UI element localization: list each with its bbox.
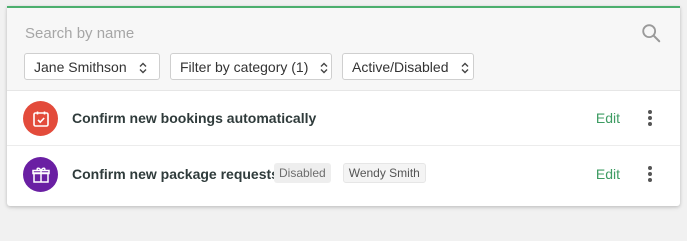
filter-header: Jane Smithson Filter by category (1) — [7, 8, 680, 91]
chevron-updown-icon — [461, 61, 469, 73]
search-input[interactable] — [25, 22, 625, 44]
chevron-updown-icon — [320, 61, 328, 73]
list-item: Confirm new package requests Disabled We… — [7, 147, 680, 202]
status-select[interactable]: Active/Disabled — [342, 53, 474, 80]
search-icon[interactable] — [640, 22, 662, 44]
list-item: Confirm new bookings automatically Edit — [7, 91, 680, 146]
category-select-value: Filter by category (1) — [180, 58, 309, 75]
gift-icon — [23, 157, 58, 192]
more-options-icon[interactable] — [647, 164, 653, 184]
user-badge: Wendy Smith — [342, 163, 426, 183]
status-badge: Disabled — [274, 163, 331, 183]
edit-link[interactable]: Edit — [596, 110, 620, 126]
status-select-value: Active/Disabled — [352, 58, 449, 75]
edit-link[interactable]: Edit — [596, 166, 620, 182]
rule-title: Confirm new package requests — [72, 166, 279, 182]
category-select[interactable]: Filter by category (1) — [170, 53, 332, 80]
badge-group: Disabled Wendy Smith — [274, 163, 426, 183]
rules-panel: Jane Smithson Filter by category (1) — [7, 6, 680, 206]
more-options-icon[interactable] — [647, 108, 653, 128]
filter-bar: Jane Smithson Filter by category (1) Act… — [24, 53, 474, 80]
chevron-updown-icon — [139, 61, 147, 73]
calendar-check-icon — [23, 101, 58, 136]
user-select[interactable]: Jane Smithson — [24, 53, 160, 80]
user-select-value: Jane Smithson — [34, 58, 127, 75]
rule-title: Confirm new bookings automatically — [72, 110, 317, 126]
